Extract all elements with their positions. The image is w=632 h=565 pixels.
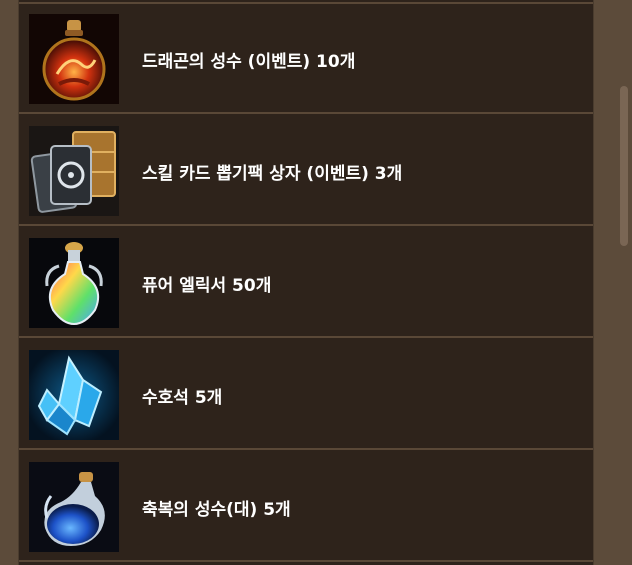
skill-card-pack-box-icon (29, 126, 119, 216)
list-item: 축복의 성수(대) 5개 (19, 452, 593, 562)
list-item: 수호석 5개 (19, 340, 593, 450)
item-label: 드래곤의 성수 (이벤트) 10개 (142, 51, 356, 72)
blessed-holy-water-large-icon (29, 462, 119, 552)
item-label: 퓨어 엘릭서 50개 (142, 275, 272, 296)
list-item: 드래곤의 성수 (이벤트) 10개 (19, 4, 593, 114)
pure-elixir-icon (29, 238, 119, 328)
list-item: 퓨어 엘릭서 50개 (19, 228, 593, 338)
item-label: 스킬 카드 뽑기팩 상자 (이벤트) 3개 (142, 163, 403, 184)
item-label: 수호석 5개 (142, 387, 223, 408)
reward-list-panel: 드래곤의 성수 (이벤트) 10개 스킬 카드 뽑기팩 상자 (이벤트) 3개 (18, 0, 594, 565)
item-label: 축복의 성수(대) 5개 (142, 499, 291, 520)
scrollbar-thumb[interactable] (620, 86, 628, 246)
list-item: 스킬 카드 뽑기팩 상자 (이벤트) 3개 (19, 116, 593, 226)
dragon-holy-water-icon (29, 14, 119, 104)
guardian-stone-icon (29, 350, 119, 440)
